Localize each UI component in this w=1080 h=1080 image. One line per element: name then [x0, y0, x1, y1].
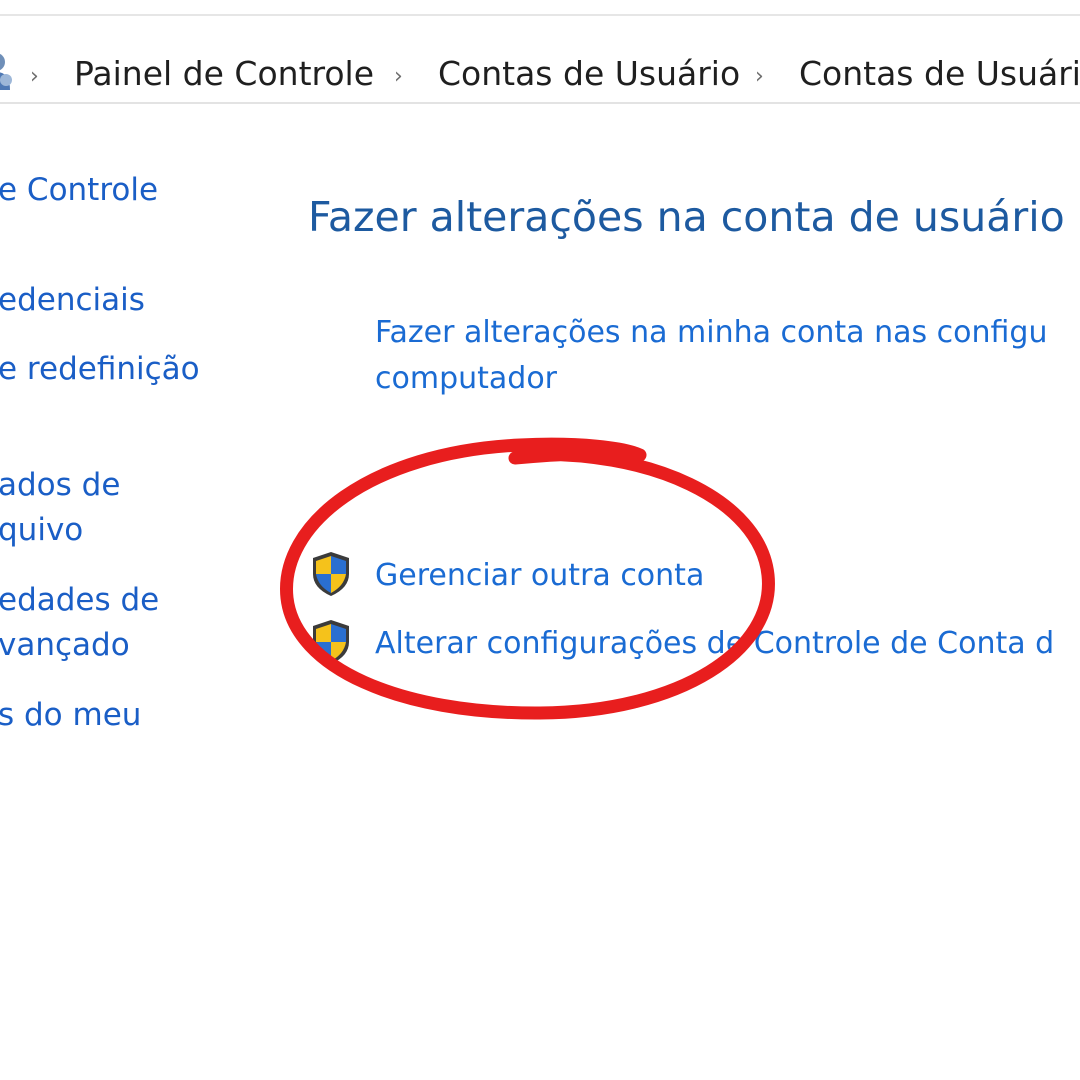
chevron-right-icon[interactable]: ›: [394, 64, 403, 89]
sidebar-item-credenciais[interactable]: edenciais: [0, 282, 145, 318]
chevron-right-icon[interactable]: ›: [755, 64, 764, 89]
uac-shield-icon: [313, 620, 349, 664]
sidebar-item-propriedades-line1[interactable]: edades de: [0, 582, 159, 618]
address-bar[interactable]: › Painel de Controle › Contas de Usuário…: [0, 16, 1080, 104]
sidebar-item-variaveis[interactable]: s do meu: [0, 697, 141, 733]
manage-another-account-link[interactable]: Gerenciar outra conta: [375, 558, 704, 593]
uac-shield-icon: [313, 552, 349, 596]
change-my-account-link-line1[interactable]: Fazer alterações na minha conta nas conf…: [375, 315, 1047, 350]
breadcrumb-contas-de-usuario[interactable]: Contas de Usuário: [438, 54, 740, 93]
breadcrumb-contas-de-usuario-current[interactable]: Contas de Usuário: [799, 54, 1080, 93]
change-my-account-link-line2[interactable]: computador: [375, 361, 557, 396]
red-highlight-ellipse: [280, 437, 775, 720]
sidebar-item-criptografados-line2[interactable]: quivo: [0, 512, 83, 548]
sidebar-item-criptografados-line1[interactable]: ados de: [0, 467, 120, 503]
chevron-right-icon[interactable]: ›: [30, 64, 39, 89]
sidebar-item-painel-de-controle[interactable]: e Controle: [0, 172, 158, 208]
sidebar-item-redefinicao[interactable]: e redefinição: [0, 351, 200, 387]
change-uac-settings-link[interactable]: Alterar configurações de Controle de Con…: [375, 626, 1054, 661]
page-title: Fazer alterações na conta de usuário: [308, 193, 1065, 241]
user-accounts-icon: [0, 53, 12, 90]
sidebar-item-propriedades-line2[interactable]: vançado: [0, 627, 130, 663]
breadcrumb-painel-de-controle[interactable]: Painel de Controle: [74, 54, 374, 93]
